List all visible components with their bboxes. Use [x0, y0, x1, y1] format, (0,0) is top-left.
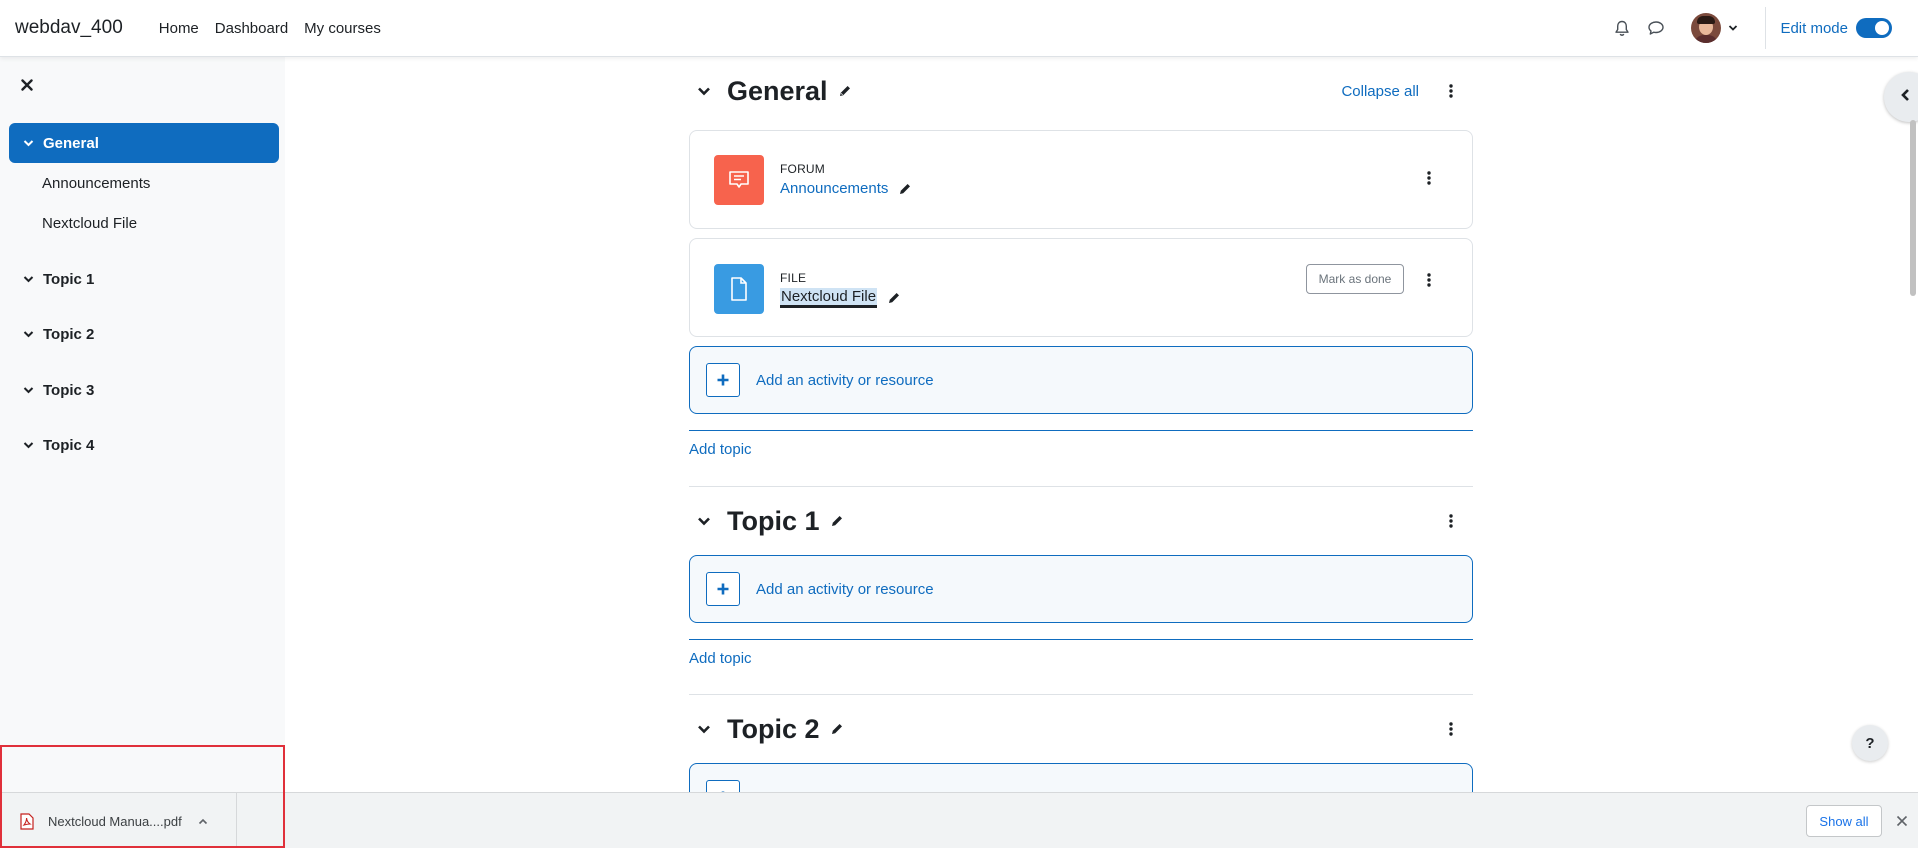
add-activity-label: Add an activity or resource: [756, 371, 934, 389]
download-item[interactable]: Nextcloud Manua....pdf: [0, 793, 237, 848]
user-avatar[interactable]: [1691, 13, 1722, 43]
add-activity-button-general[interactable]: Add an activity or resource: [689, 346, 1473, 414]
edit-name-pencil-icon[interactable]: [887, 291, 901, 305]
pdf-file-icon: [20, 812, 34, 830]
course-index-label: Topic 2: [43, 325, 95, 343]
nav-home[interactable]: Home: [159, 20, 199, 37]
close-drawer-icon[interactable]: [17, 75, 37, 95]
edit-mode-label: Edit mode: [1780, 19, 1848, 37]
plus-icon: [706, 363, 740, 397]
section-menu-kebab-icon[interactable]: [1441, 717, 1461, 741]
activity-link[interactable]: Announcements: [780, 180, 888, 197]
activity-menu-kebab-icon[interactable]: [1422, 167, 1436, 189]
activity-name: Announcements: [780, 180, 912, 197]
course-index-topic-2[interactable]: Topic 2: [9, 314, 279, 354]
section-title: Topic 1: [727, 505, 820, 536]
section-divider: [689, 430, 1473, 431]
activity-type-label: FILE: [780, 271, 807, 285]
mark-as-done-button[interactable]: Mark as done: [1306, 264, 1404, 294]
course-index-drawer: General Announcements Nextcloud File Top…: [0, 57, 285, 848]
messages-chat-icon[interactable]: [1641, 13, 1671, 43]
section-collapse-chevron-icon[interactable]: [697, 84, 711, 98]
course-index-nextcloud-file[interactable]: Nextcloud File: [42, 215, 137, 232]
edit-name-pencil-icon[interactable]: [898, 182, 912, 196]
activity-link[interactable]: Nextcloud File: [780, 288, 878, 308]
chevron-down-icon: [21, 272, 35, 286]
course-index-announcements[interactable]: Announcements: [42, 175, 150, 192]
section-collapse-chevron-icon[interactable]: [697, 514, 711, 528]
course-index-topic-3[interactable]: Topic 3: [9, 370, 279, 410]
activity-name: Nextcloud File: [780, 288, 901, 308]
download-file-name: Nextcloud Manua....pdf: [48, 813, 182, 829]
section-general-header: General Collapse all: [689, 71, 1473, 111]
section-menu-kebab-icon[interactable]: [1441, 79, 1461, 103]
page-scrollbar[interactable]: [1910, 120, 1916, 296]
section-topic-2-header: Topic 2: [689, 709, 1473, 749]
section-menu-kebab-icon[interactable]: [1441, 509, 1461, 533]
help-button[interactable]: ?: [1852, 725, 1888, 761]
course-index-label: Topic 3: [43, 381, 95, 399]
course-index-label: Topic 1: [43, 270, 95, 288]
add-topic-link[interactable]: Add topic: [689, 441, 752, 458]
chevron-up-icon[interactable]: [198, 818, 208, 825]
add-activity-label: Add an activity or resource: [756, 580, 934, 598]
open-block-drawer-button[interactable]: [1884, 72, 1918, 122]
course-index-general[interactable]: General: [9, 123, 279, 163]
collapse-all-link[interactable]: Collapse all: [1341, 83, 1419, 100]
activity-menu-kebab-icon[interactable]: [1422, 269, 1436, 291]
chevron-down-icon: [21, 383, 35, 397]
nav-dashboard[interactable]: Dashboard: [215, 20, 288, 37]
section-separator: [689, 694, 1473, 695]
course-index-topic-1[interactable]: Topic 1: [9, 259, 279, 299]
edit-title-pencil-icon[interactable]: [838, 84, 852, 98]
close-download-bar-icon[interactable]: [1893, 812, 1911, 830]
section-actions: [1441, 709, 1473, 749]
section-collapse-chevron-icon[interactable]: [697, 722, 711, 736]
course-index-label: Topic 4: [43, 436, 95, 454]
nav-my-courses[interactable]: My courses: [304, 20, 381, 37]
notifications-bell-icon[interactable]: [1607, 13, 1637, 43]
section-divider: [689, 639, 1473, 640]
navbar-divider: [1765, 7, 1767, 49]
show-all-downloads-button[interactable]: Show all: [1806, 805, 1882, 837]
course-index-topic-4[interactable]: Topic 4: [9, 425, 279, 465]
download-bar: Nextcloud Manua....pdf Show all: [0, 792, 1918, 848]
edit-title-pencil-icon[interactable]: [830, 722, 844, 736]
section-topic-1-header: Topic 1: [689, 501, 1473, 541]
plus-icon: [706, 572, 740, 606]
section-actions: Collapse all: [1341, 71, 1473, 111]
chevron-left-icon: [1900, 88, 1910, 107]
add-activity-button-topic-1[interactable]: Add an activity or resource: [689, 555, 1473, 623]
add-topic-link[interactable]: Add topic: [689, 650, 752, 667]
course-index-label: General: [43, 134, 99, 152]
section-title: General: [727, 75, 828, 106]
chevron-down-icon: [21, 327, 35, 341]
site-brand[interactable]: webdav_400: [15, 17, 123, 39]
edit-mode-toggle[interactable]: [1856, 18, 1892, 38]
edit-title-pencil-icon[interactable]: [830, 514, 844, 528]
activity-file-nextcloud: FILE Nextcloud File Mark as done: [689, 238, 1473, 337]
file-icon: [714, 264, 764, 314]
section-actions: [1441, 501, 1473, 541]
section-separator: [689, 486, 1473, 487]
user-menu-chevron-down-icon[interactable]: [1723, 13, 1743, 43]
activity-type-label: FORUM: [780, 162, 825, 176]
forum-icon: [714, 155, 764, 205]
activity-forum-announcements: FORUM Announcements: [689, 130, 1473, 229]
chevron-down-icon: [21, 136, 35, 150]
chevron-down-icon: [21, 438, 35, 452]
top-navbar: webdav_400 Home Dashboard My courses Edi…: [0, 0, 1918, 57]
section-title: Topic 2: [727, 713, 820, 744]
navbar-right: Edit mode: [1607, 0, 1918, 56]
